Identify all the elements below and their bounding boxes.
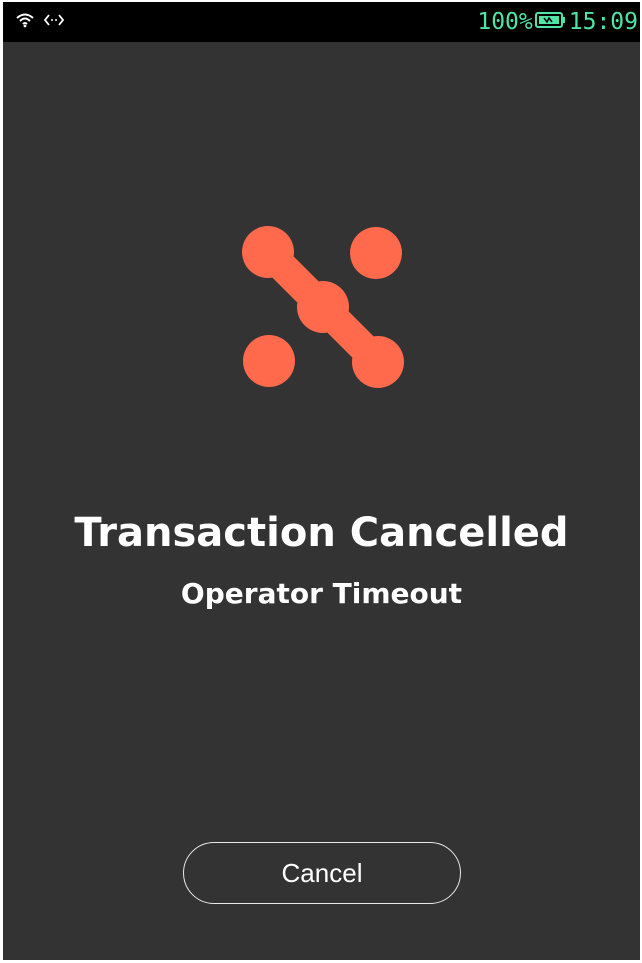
battery-percent: 100% bbox=[477, 9, 533, 35]
status-icons-left bbox=[15, 12, 65, 32]
terminal-screen: 100% 15:09 Transaction Cancelled Operato… bbox=[3, 2, 640, 960]
battery-icon bbox=[534, 9, 567, 35]
data-transfer-icon bbox=[43, 12, 65, 32]
status-bar: 100% 15:09 bbox=[3, 2, 640, 42]
cancel-button[interactable]: Cancel bbox=[183, 842, 461, 904]
cancel-button-label: Cancel bbox=[281, 857, 363, 888]
status-info-right: 100% 15:09 bbox=[477, 7, 638, 37]
clock: 15:09 bbox=[568, 9, 638, 35]
status-reason: Operator Timeout bbox=[180, 577, 463, 610]
wifi-icon bbox=[15, 12, 35, 32]
brand-logo-icon bbox=[240, 224, 404, 388]
status-title: Transaction Cancelled bbox=[74, 510, 569, 556]
